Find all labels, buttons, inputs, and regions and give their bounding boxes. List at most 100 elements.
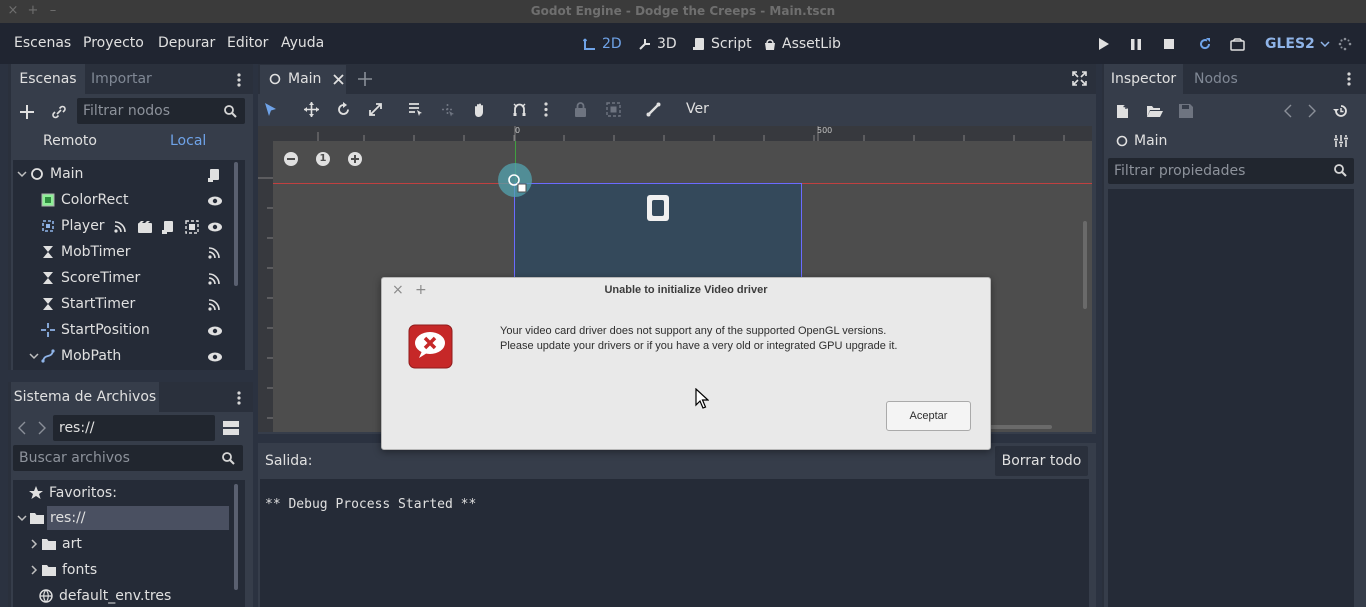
group-icon[interactable] xyxy=(606,102,621,117)
pause-icon[interactable] xyxy=(1128,36,1144,52)
dock-menu-icon[interactable] xyxy=(1347,72,1351,86)
colorrect-icon xyxy=(41,193,55,207)
filesystem-dock: Sistema de Archivos res:// Buscar archiv… xyxy=(8,382,253,607)
tree-node-starttimer[interactable]: StartTimer xyxy=(41,291,261,317)
viewport-vscrollbar[interactable] xyxy=(1083,221,1087,309)
snap-toggle-icon[interactable] xyxy=(512,102,527,117)
zoom-reset-button[interactable]: 1 xyxy=(316,152,330,166)
add-tab-icon[interactable] xyxy=(358,72,372,86)
menu-editor[interactable]: Editor xyxy=(227,35,268,51)
skeleton-bone-icon[interactable] xyxy=(646,102,661,117)
file-item-res-label: res:// xyxy=(50,510,86,526)
clear-output-button[interactable]: Borrar todo xyxy=(995,446,1088,476)
signals-icon[interactable] xyxy=(207,298,221,312)
history-forward-icon[interactable] xyxy=(1308,104,1316,118)
play-icon[interactable] xyxy=(1096,36,1112,52)
script-icon[interactable] xyxy=(207,168,221,182)
stop-icon[interactable] xyxy=(1161,36,1177,52)
menu-escenas[interactable]: Escenas xyxy=(14,35,71,51)
accept-button-label: Aceptar xyxy=(909,410,948,422)
visibility-eye-icon[interactable] xyxy=(207,194,223,208)
signals-icon[interactable] xyxy=(207,272,221,286)
filter-properties-input[interactable]: Filtrar propiedades xyxy=(1108,158,1354,184)
search-files-input[interactable]: Buscar archivos xyxy=(13,445,243,471)
pivot-gizmo-icon[interactable] xyxy=(506,172,528,194)
history-back-icon[interactable] xyxy=(1284,104,1292,118)
local-tab[interactable]: Local xyxy=(170,133,206,149)
tree-node-mobtimer-label: MobTimer xyxy=(61,244,131,260)
visibility-eye-icon[interactable] xyxy=(207,324,223,338)
workspace-script-label: Script xyxy=(711,36,752,52)
tab-escenas[interactable]: Escenas xyxy=(11,64,85,94)
signals-icon[interactable] xyxy=(207,246,221,260)
tab-nodos[interactable]: Nodos xyxy=(1194,71,1238,87)
star-icon xyxy=(29,486,43,499)
pivot-tool-icon[interactable] xyxy=(440,102,455,117)
history-icon[interactable] xyxy=(1333,104,1348,118)
workspace-3d-button[interactable]: 3D xyxy=(638,33,677,55)
file-item-favoritos[interactable]: Favoritos: xyxy=(29,480,249,506)
tree-node-startposition[interactable]: StartPosition xyxy=(41,317,261,343)
zoom-in-icon[interactable] xyxy=(348,152,362,166)
tree-node-player-label: Player xyxy=(61,218,105,234)
list-select-icon[interactable] xyxy=(408,102,423,117)
visibility-eye-icon[interactable] xyxy=(207,220,223,234)
player-sprite-icon[interactable] xyxy=(647,195,669,221)
object-properties-icon[interactable] xyxy=(1334,134,1348,148)
tab-sistema-de-archivos[interactable]: Sistema de Archivos xyxy=(11,382,159,412)
remote-tab[interactable]: Remoto xyxy=(43,133,97,149)
play-scene-icon[interactable] xyxy=(1197,36,1213,52)
tree-node-scoretimer[interactable]: ScoreTimer xyxy=(41,265,261,291)
file-item-default-env[interactable]: default_env.tres xyxy=(39,583,259,607)
close-icon[interactable] xyxy=(333,74,344,85)
lock-icon[interactable] xyxy=(574,102,587,117)
group-icon[interactable] xyxy=(185,220,199,234)
tab-importar[interactable]: Importar xyxy=(91,71,152,87)
distraction-free-icon[interactable] xyxy=(1072,71,1087,86)
output-log[interactable]: ** Debug Process Started ** xyxy=(260,479,1089,607)
filter-nodes-input[interactable]: Filtrar nodos xyxy=(77,98,245,124)
move-tool-icon[interactable] xyxy=(304,102,319,117)
script-icon[interactable] xyxy=(161,220,175,234)
renderer-select[interactable]: GLES2 xyxy=(1265,33,1330,55)
viewport-hscrollbar[interactable] xyxy=(986,425,1052,429)
instance-scene-icon[interactable] xyxy=(51,104,67,120)
play-custom-icon[interactable] xyxy=(1229,36,1245,52)
tree-node-main[interactable]: Main xyxy=(17,161,237,187)
instanced-scene-icon[interactable] xyxy=(137,220,153,234)
view-menu[interactable]: Ver xyxy=(686,101,709,117)
tree-node-colorrect[interactable]: ColorRect xyxy=(41,187,261,213)
select-tool-icon[interactable] xyxy=(264,102,277,117)
path-input[interactable]: res:// xyxy=(53,415,215,441)
back-arrow-icon[interactable] xyxy=(16,420,28,436)
menu-proyecto[interactable]: Proyecto xyxy=(83,35,144,51)
file-tree: Favoritos: res:// art fonts default_env.… xyxy=(13,480,245,607)
dock-menu-icon[interactable] xyxy=(234,72,244,88)
forward-arrow-icon[interactable] xyxy=(36,420,48,436)
workspace-script-button[interactable]: Script xyxy=(692,33,752,55)
file-item-fonts[interactable]: fonts xyxy=(29,557,249,583)
snap-options-icon[interactable] xyxy=(544,102,548,117)
menu-ayuda[interactable]: Ayuda xyxy=(281,35,324,51)
dock-menu-icon[interactable] xyxy=(234,390,244,406)
scale-tool-icon[interactable] xyxy=(368,102,383,117)
workspace-2d-button[interactable]: 2D xyxy=(583,33,622,55)
workspace-assetlib-button[interactable]: AssetLib xyxy=(763,33,841,55)
new-resource-icon[interactable] xyxy=(1116,104,1130,119)
open-folder-icon[interactable] xyxy=(1147,105,1163,118)
tab-inspector[interactable]: Inspector xyxy=(1104,64,1183,94)
visibility-eye-icon[interactable] xyxy=(207,350,223,364)
zoom-out-icon[interactable] xyxy=(284,152,298,166)
pan-tool-icon[interactable] xyxy=(472,102,487,117)
tree-node-mobtimer[interactable]: MobTimer xyxy=(41,239,261,265)
save-icon[interactable] xyxy=(1179,104,1193,118)
add-node-icon[interactable] xyxy=(19,104,35,120)
signals-icon[interactable] xyxy=(113,220,127,234)
file-item-res[interactable]: res:// xyxy=(17,505,237,531)
menu-depurar[interactable]: Depurar xyxy=(158,35,215,51)
accept-button[interactable]: Aceptar xyxy=(886,401,971,431)
rotate-tool-icon[interactable] xyxy=(336,102,351,117)
split-view-icon[interactable] xyxy=(220,418,242,438)
file-item-art[interactable]: art xyxy=(29,531,249,557)
scene-tab-main[interactable]: Main xyxy=(260,65,346,94)
